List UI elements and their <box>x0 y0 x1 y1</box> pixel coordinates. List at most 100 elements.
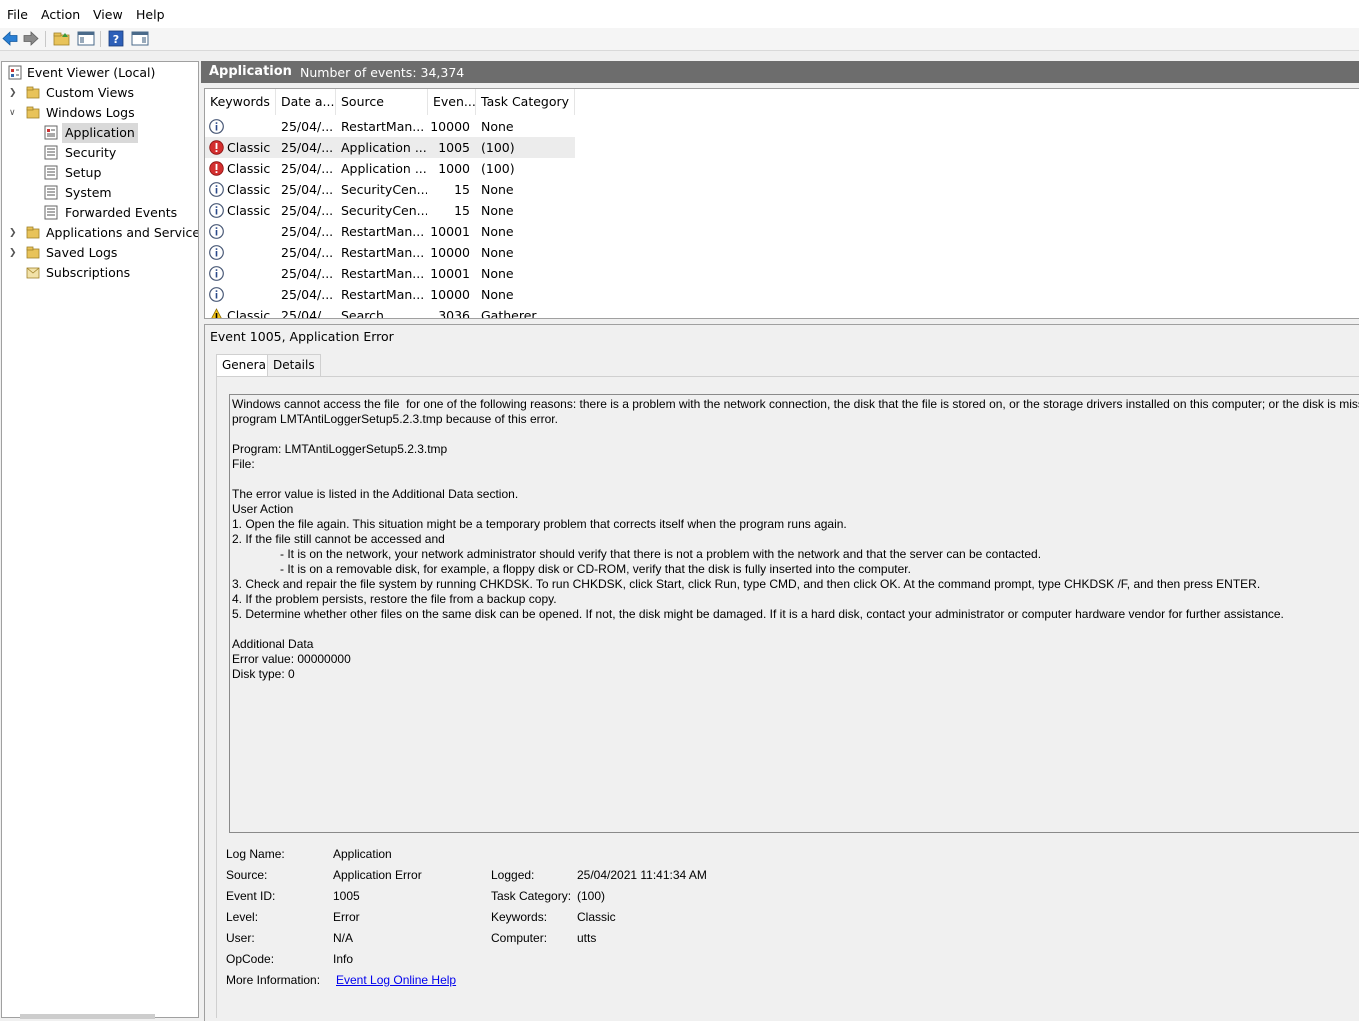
event-description-text: Windows cannot access the file for one o… <box>232 397 1359 681</box>
event-date: 25/04/... <box>281 308 334 319</box>
menu-view[interactable]: View <box>93 7 123 22</box>
information-icon <box>209 245 224 260</box>
log-name-label: Log Name: <box>226 847 285 861</box>
folder-icon <box>26 86 40 99</box>
event-detail-pane: Event 1005, Application Error General De… <box>204 324 1359 1021</box>
error-icon <box>209 140 224 155</box>
log-header-bar: Application Number of events: 34,374 <box>201 61 1359 83</box>
task-category-label: Task Category: <box>491 889 572 903</box>
menu-file[interactable]: File <box>7 7 28 22</box>
event-row[interactable]: Classic 25/04/... Application ... 1005 (100) <box>205 137 575 158</box>
level-value: Error <box>333 910 360 924</box>
event-row[interactable]: 25/04/... RestartMan... 10000 None <box>205 284 575 305</box>
information-icon <box>209 224 224 239</box>
event-id-label: Event ID: <box>226 889 276 903</box>
event-id: 3036 <box>438 308 470 319</box>
event-count: Number of events: 34,374 <box>300 65 465 80</box>
menu-help[interactable]: Help <box>136 7 165 22</box>
information-icon <box>209 287 224 302</box>
event-viewer-icon <box>8 65 22 80</box>
user-label: User: <box>226 931 255 945</box>
log-icon <box>44 185 58 200</box>
information-icon <box>209 182 224 197</box>
event-date: 25/04/... <box>281 203 334 218</box>
event-log-online-help-link[interactable]: Event Log Online Help <box>336 973 456 987</box>
event-task-category: None <box>481 224 514 239</box>
error-icon <box>209 161 224 176</box>
menu-action[interactable]: Action <box>41 7 80 22</box>
column-header-event-id[interactable]: Even... <box>428 89 476 115</box>
event-row[interactable]: Classic 25/04/... Application ... 1000 (100) <box>205 158 575 179</box>
folder-icon <box>26 106 40 119</box>
column-header-source[interactable]: Source <box>336 89 428 115</box>
log-name-value: Application <box>333 847 392 861</box>
help-icon[interactable]: ? <box>107 30 125 47</box>
event-source: RestartMan... <box>341 266 425 281</box>
event-row[interactable]: Classic 25/04/... SecurityCen... 15 None <box>205 179 575 200</box>
event-id-value: 1005 <box>333 889 360 903</box>
event-row[interactable]: Classic 25/04/... SecurityCen... 15 None <box>205 200 575 221</box>
show-hide-console-tree-icon[interactable] <box>77 30 95 47</box>
event-source: RestartMan... <box>341 119 425 134</box>
event-task-category: (100) <box>481 140 515 155</box>
chevron-down-icon[interactable]: ∨ <box>9 103 16 123</box>
opcode-label: OpCode: <box>226 952 275 966</box>
more-information-label: More Information: <box>226 973 321 987</box>
toolbar: ? <box>0 28 1359 51</box>
event-task-category: None <box>481 266 514 281</box>
action-pane-icon[interactable] <box>131 30 149 47</box>
subscriptions-icon <box>26 267 40 279</box>
tree-horizontal-scrollbar[interactable] <box>20 1014 155 1019</box>
event-id: 15 <box>454 182 470 197</box>
forward-arrow-icon[interactable] <box>22 30 40 47</box>
event-row[interactable]: 25/04/... RestartMan... 10000 None <box>205 116 575 137</box>
event-source: Application ... <box>341 161 427 176</box>
column-header-task-category[interactable]: Task Category <box>476 89 575 115</box>
event-task-category: None <box>481 203 514 218</box>
chevron-right-icon[interactable]: ❯ <box>9 83 17 103</box>
log-icon <box>44 145 58 160</box>
event-description-box[interactable]: Windows cannot access the file for one o… <box>229 394 1359 833</box>
column-header-date[interactable]: Date a... <box>276 89 336 115</box>
back-arrow-icon[interactable] <box>1 30 19 47</box>
up-folder-icon[interactable] <box>53 30 71 47</box>
event-date: 25/04/... <box>281 266 334 281</box>
computer-label: Computer: <box>491 931 548 945</box>
event-properties: Log Name: Application Source: Applicatio… <box>217 847 1217 997</box>
task-category-value: (100) <box>577 889 606 903</box>
event-task-category: (100) <box>481 161 515 176</box>
keywords-value: Classic <box>577 910 616 924</box>
svg-text:?: ? <box>113 33 119 46</box>
event-source: SecurityCen... <box>341 203 427 218</box>
event-date: 25/04/... <box>281 119 334 134</box>
event-row[interactable]: 25/04/... RestartMan... 10000 None <box>205 242 575 263</box>
menu-bar: File Action View Help <box>0 0 1359 29</box>
event-source: SecurityCen... <box>341 182 427 197</box>
event-keywords: Classic <box>227 161 271 176</box>
keywords-label: Keywords: <box>491 910 548 924</box>
level-label: Level: <box>226 910 259 924</box>
event-task-category: None <box>481 245 514 260</box>
event-id: 10000 <box>430 287 470 302</box>
event-keywords: Classic <box>227 140 271 155</box>
event-row[interactable]: 25/04/... RestartMan... 10001 None <box>205 221 575 242</box>
event-date: 25/04/... <box>281 224 334 239</box>
event-id: 10001 <box>430 224 470 239</box>
event-source: Search <box>341 308 384 319</box>
information-icon <box>209 266 224 281</box>
folder-icon <box>26 226 40 239</box>
chevron-right-icon[interactable]: ❯ <box>9 223 17 243</box>
log-icon <box>44 125 58 140</box>
tab-details[interactable]: Details <box>267 354 321 377</box>
computer-value: utts <box>577 931 597 945</box>
event-row[interactable]: Classic 25/04/... Search 3036 Gatherer <box>205 305 575 319</box>
event-keywords: Classic <box>227 203 271 218</box>
main-pane: Application Number of events: 34,374 Key… <box>201 61 1359 1021</box>
column-header-keywords[interactable]: Keywords <box>205 89 276 115</box>
chevron-right-icon[interactable]: ❯ <box>9 243 17 263</box>
event-task-category: None <box>481 287 514 302</box>
warning-icon <box>211 308 222 318</box>
event-task-category: None <box>481 182 514 197</box>
event-row[interactable]: 25/04/... RestartMan... 10001 None <box>205 263 575 284</box>
event-list: Keywords Date a... Source Even... Task C… <box>204 88 1359 319</box>
